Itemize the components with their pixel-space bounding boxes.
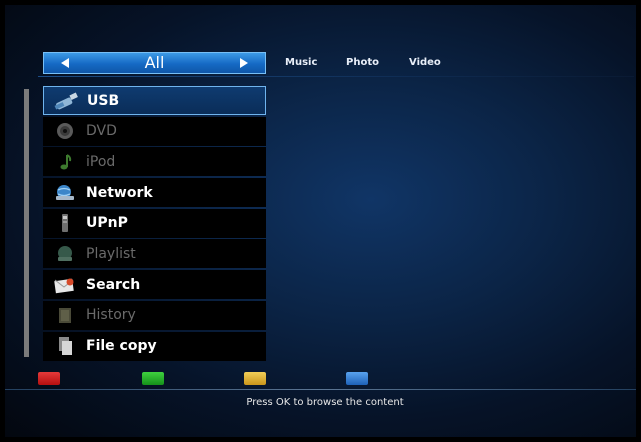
- list-item-label: USB: [87, 92, 120, 109]
- red-key-button[interactable]: [38, 372, 60, 385]
- next-category-button[interactable]: [237, 56, 251, 70]
- tab-music[interactable]: Music: [285, 57, 317, 68]
- source-list: USB DVD iPod Network UPnP Playlist Searc…: [43, 86, 266, 362]
- list-item-network[interactable]: Network: [43, 178, 266, 208]
- search-icon: [52, 274, 78, 296]
- tab-video[interactable]: Video: [409, 57, 441, 68]
- arrow-left-icon: [61, 58, 69, 68]
- status-hint: Press OK to browse the content: [246, 397, 404, 408]
- playlist-icon: [52, 243, 78, 265]
- disc-icon: [52, 120, 78, 142]
- list-item-ipod[interactable]: iPod: [43, 147, 266, 177]
- list-item-upnp[interactable]: UPnP: [43, 208, 266, 238]
- list-item-label: Network: [86, 184, 153, 201]
- list-item-label: Playlist: [86, 245, 136, 262]
- header-divider: [38, 76, 634, 77]
- category-current-label: All: [144, 53, 165, 72]
- blue-key-button[interactable]: [346, 372, 368, 385]
- network-icon: [52, 182, 78, 204]
- yellow-key-button[interactable]: [244, 372, 266, 385]
- music-note-icon: [52, 151, 78, 173]
- screen: All Music Photo Video USB DVD iPod Netwo…: [0, 0, 641, 442]
- green-key-button[interactable]: [142, 372, 164, 385]
- usb-icon: [53, 90, 79, 112]
- upnp-icon: [52, 212, 78, 234]
- list-scrollbar[interactable]: [24, 89, 29, 357]
- tab-photo[interactable]: Photo: [346, 57, 379, 68]
- category-selector[interactable]: All: [43, 52, 266, 74]
- color-key-bar: [36, 372, 636, 386]
- arrow-right-icon: [240, 58, 248, 68]
- file-copy-icon: [52, 335, 78, 357]
- list-item-playlist[interactable]: Playlist: [43, 239, 266, 269]
- list-item-label: UPnP: [86, 215, 128, 232]
- list-item-label: Search: [86, 276, 141, 293]
- list-item-file-copy[interactable]: File copy: [43, 331, 266, 361]
- footer-divider: [5, 389, 636, 390]
- list-item-label: History: [86, 307, 136, 324]
- history-icon: [52, 304, 78, 326]
- list-item-history[interactable]: History: [43, 300, 266, 330]
- list-item-label: File copy: [86, 338, 157, 354]
- list-item-search[interactable]: Search: [43, 270, 266, 300]
- list-item-label: DVD: [86, 123, 117, 140]
- previous-category-button[interactable]: [58, 56, 72, 70]
- list-item-label: iPod: [86, 153, 116, 170]
- list-item-usb[interactable]: USB: [43, 86, 266, 115]
- list-item-dvd[interactable]: DVD: [43, 116, 266, 146]
